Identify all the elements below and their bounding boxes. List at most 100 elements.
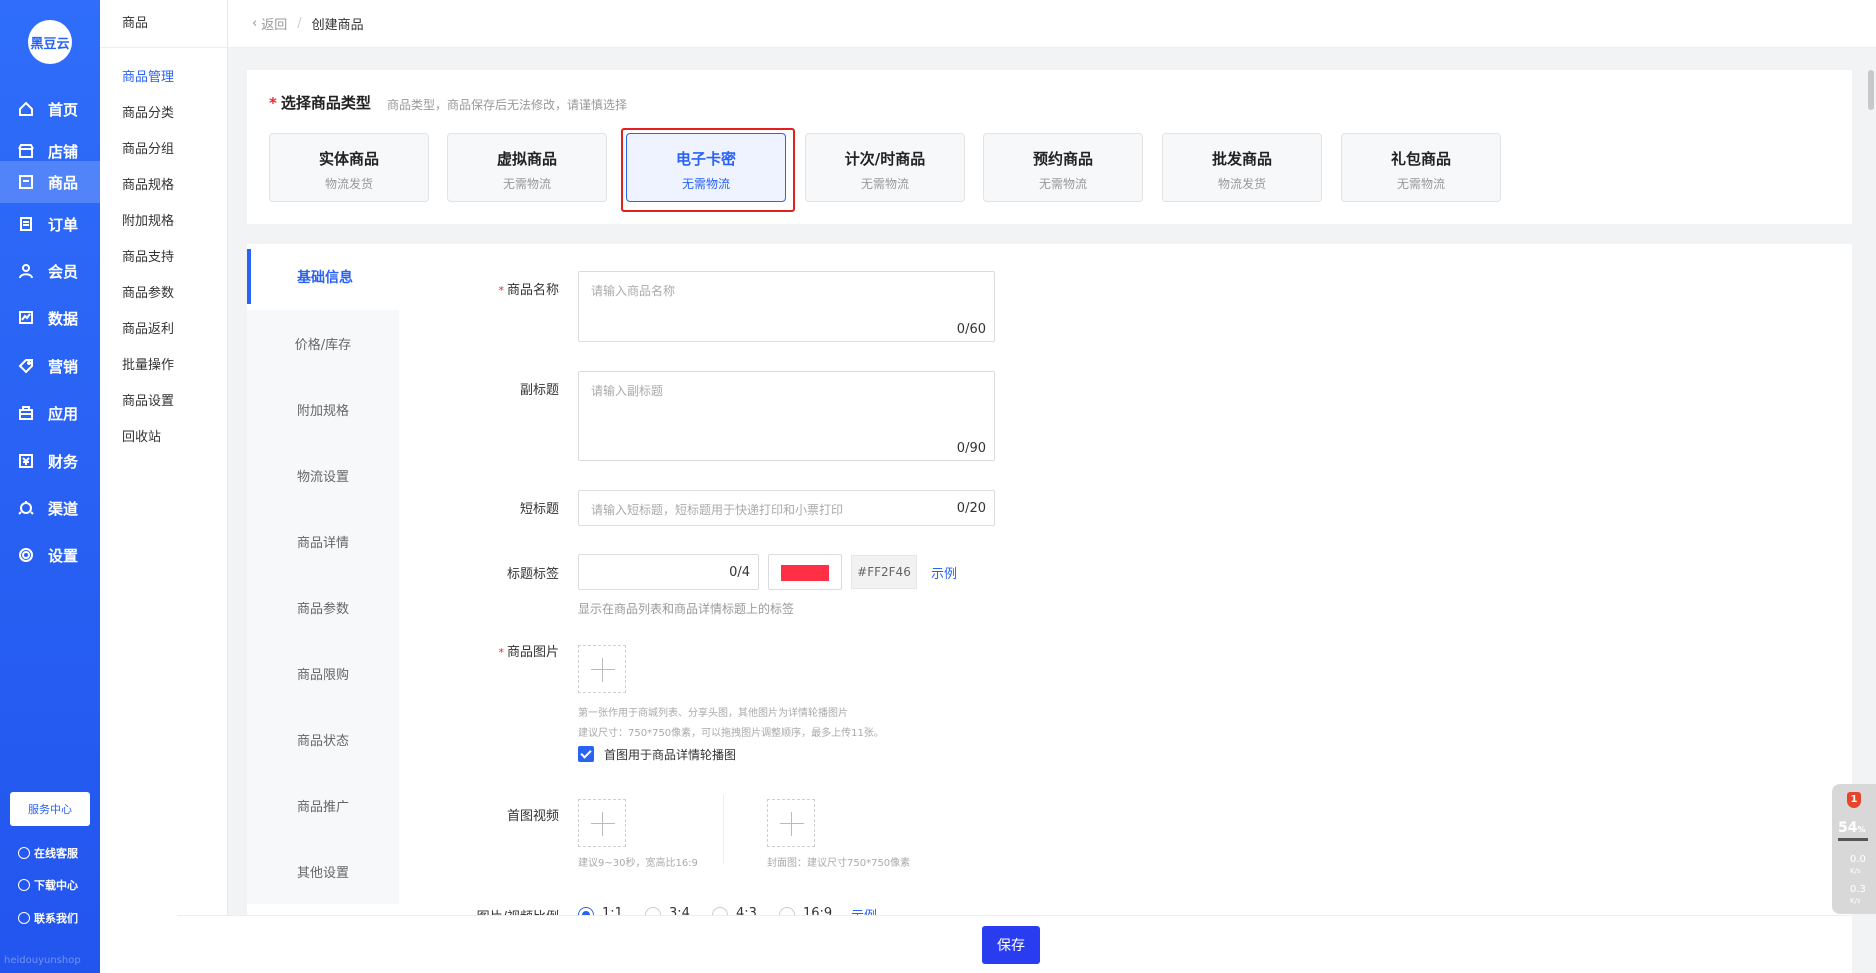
- title-tag-char-count: 0/4: [729, 565, 750, 580]
- short-title-char-count: 0/20: [956, 501, 986, 516]
- submenu-item-support[interactable]: 商品支持: [122, 246, 174, 265]
- contact-us-link[interactable]: 联系我们: [18, 910, 78, 926]
- back-link[interactable]: ‹ 返回: [252, 14, 287, 33]
- form-section-tabs: 基础信息 价格/库存 附加规格 物流设置 商品详情 商品参数 商品限购 商品状态…: [247, 244, 399, 973]
- nav-item-channel[interactable]: 渠道: [0, 487, 100, 529]
- goods-icon: [19, 175, 33, 189]
- submenu-item-category[interactable]: 商品分类: [122, 102, 174, 121]
- save-button[interactable]: 保存: [982, 926, 1040, 964]
- video-help: 建议9~30秒，宽高比16:9: [578, 858, 698, 869]
- submenu-item-batch[interactable]: 批量操作: [122, 354, 174, 373]
- tab-details[interactable]: 商品详情: [247, 508, 399, 574]
- video-upload-button[interactable]: [578, 799, 626, 847]
- title-tag-label: 标题标签: [506, 567, 559, 582]
- title-tag-field[interactable]: 0/4: [578, 554, 759, 590]
- name-label: * 商品名称: [498, 283, 559, 298]
- chat-icon: [18, 847, 30, 859]
- type-option-count-time[interactable]: 计次/时商品 无需物流: [805, 133, 965, 202]
- home-icon: [19, 101, 33, 116]
- service-center-button[interactable]: 服务中心: [10, 792, 90, 826]
- divider: [723, 794, 724, 864]
- short-title-field[interactable]: 请输入短标题，短标题用于快递打印和小票打印 0/20: [578, 490, 995, 526]
- type-option-gift-pack[interactable]: 礼包商品 无需物流: [1341, 133, 1501, 202]
- tab-params[interactable]: 商品参数: [247, 574, 399, 640]
- submenu-item-settings[interactable]: 商品设置: [122, 390, 174, 409]
- type-option-virtual[interactable]: 虚拟商品 无需物流: [447, 133, 607, 202]
- submenu-item-goods-manage[interactable]: 商品管理: [122, 66, 174, 85]
- network-monitor-widget[interactable]: 1 54% 0.0 K/s 0.3 K/s: [1832, 784, 1876, 914]
- submenu-item-recycle[interactable]: 回收站: [122, 426, 161, 445]
- required-mark: *: [498, 284, 504, 297]
- cpu-percent: 54%: [1838, 820, 1866, 836]
- color-hex-value: #FF2F46: [851, 555, 917, 589]
- required-mark: *: [269, 94, 277, 112]
- nav-item-finance[interactable]: 财务: [0, 440, 100, 482]
- nav-item-marketing[interactable]: 营销: [0, 345, 100, 387]
- type-option-wholesale[interactable]: 批发商品 物流发货: [1162, 133, 1322, 202]
- goods-submenu: 商品 商品管理 商品分类 商品分组 商品规格 附加规格 商品支持 商品参数 商品…: [100, 0, 306, 973]
- short-title-label: 短标题: [519, 502, 559, 517]
- cover-upload-button[interactable]: [767, 799, 815, 847]
- subtitle-field[interactable]: 请输入副标题 0/90: [578, 371, 995, 461]
- tab-logistics[interactable]: 物流设置: [247, 442, 399, 508]
- breadcrumb: ‹ 返回 / 创建商品: [228, 0, 1876, 48]
- type-option-booking[interactable]: 预约商品 无需物流: [983, 133, 1143, 202]
- save-bar: 保存: [177, 915, 1852, 973]
- online-service-link[interactable]: 在线客服: [18, 845, 78, 861]
- goods-type-title: * 选择商品类型: [269, 94, 371, 112]
- nav-item-settings[interactable]: 设置: [0, 534, 100, 576]
- goods-type-card: * 选择商品类型 商品类型，商品保存后无法修改，请谨慎选择 实体商品 物流发货 虚…: [247, 70, 1852, 224]
- first-image-carousel-checkbox[interactable]: [578, 746, 594, 762]
- nav-item-members[interactable]: 会员: [0, 250, 100, 292]
- title-tag-example-link[interactable]: 示例: [931, 563, 957, 582]
- tag-icon: [18, 359, 33, 374]
- tab-status[interactable]: 商品状态: [247, 706, 399, 772]
- goods-form-card: 基础信息 价格/库存 附加规格 物流设置 商品详情 商品参数 商品限购 商品状态…: [247, 244, 1852, 973]
- brand-logo[interactable]: 黑豆云: [28, 20, 72, 64]
- nav-item-goods[interactable]: 商品: [0, 161, 100, 203]
- download-center-link[interactable]: 下载中心: [18, 877, 78, 893]
- image-upload-button[interactable]: [578, 645, 626, 693]
- breadcrumb-separator: /: [297, 16, 302, 31]
- title-tag-help: 显示在商品列表和商品详情标题上的标签: [578, 602, 795, 616]
- images-help-2: 建议尺寸：750*750像素，可以拖拽图片调整顺序，最多上传11张。: [578, 728, 884, 739]
- page-title: 创建商品: [311, 18, 364, 33]
- images-help-1: 第一张作用于商城列表、分享头图，其他图片为详情轮播图片: [578, 708, 848, 719]
- chevron-left-icon: ‹: [252, 16, 258, 31]
- tab-promotion[interactable]: 商品推广: [247, 772, 399, 838]
- upload-speed: 0.0 K/s: [1850, 854, 1866, 875]
- store-icon: [18, 144, 34, 158]
- submenu-title: 商品: [100, 0, 227, 48]
- submenu-item-group[interactable]: 商品分组: [122, 138, 174, 157]
- order-icon: [20, 217, 32, 231]
- color-picker[interactable]: [768, 554, 842, 590]
- images-label: * 商品图片: [498, 645, 559, 660]
- tab-extra-spec[interactable]: 附加规格: [247, 376, 399, 442]
- name-char-count: 0/60: [956, 322, 986, 337]
- cover-help: 封面图：建议尺寸750*750像素: [767, 858, 911, 869]
- required-mark: *: [498, 646, 504, 659]
- shield-icon: 1: [1847, 792, 1861, 808]
- nav-item-orders[interactable]: 订单: [0, 203, 100, 245]
- nav-item-apps[interactable]: 应用: [0, 392, 100, 434]
- nav-item-data[interactable]: 数据: [0, 297, 100, 339]
- nav-item-home[interactable]: 首页: [0, 88, 100, 130]
- app-icon: [19, 406, 33, 420]
- main-sidebar: 黑豆云 首页 店铺 商品 订单 会员 数据 营销 应用 财务 渠道 设置 服务中…: [0, 0, 100, 973]
- submenu-item-params[interactable]: 商品参数: [122, 282, 174, 301]
- scrollbar[interactable]: [1868, 70, 1874, 110]
- submenu-item-rebate[interactable]: 商品返利: [122, 318, 174, 337]
- tab-purchase-limit[interactable]: 商品限购: [247, 640, 399, 706]
- name-field[interactable]: 请输入商品名称 0/60: [578, 271, 995, 342]
- tab-basic-info[interactable]: 基础信息: [247, 249, 399, 304]
- submenu-item-extra-spec[interactable]: 附加规格: [122, 210, 174, 229]
- goods-type-hint: 商品类型，商品保存后无法修改，请谨慎选择: [387, 98, 628, 112]
- type-option-physical[interactable]: 实体商品 物流发货: [269, 133, 429, 202]
- type-option-ecard[interactable]: 电子卡密 无需物流: [626, 133, 786, 202]
- submenu-item-spec[interactable]: 商品规格: [122, 174, 174, 193]
- tab-other-settings[interactable]: 其他设置: [247, 838, 399, 904]
- finance-icon: [19, 454, 33, 468]
- download-speed: 0.3 K/s: [1850, 884, 1866, 905]
- gear-icon: [19, 548, 33, 562]
- tab-price-stock[interactable]: 价格/库存: [247, 310, 399, 376]
